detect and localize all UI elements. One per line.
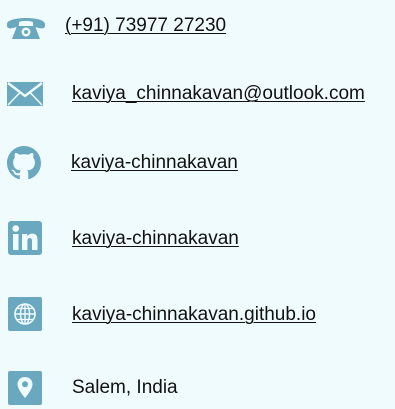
mail-icon — [7, 82, 43, 106]
location-text: Salem, India — [72, 377, 178, 398]
linkedin-icon — [8, 221, 42, 255]
globe-icon — [8, 297, 42, 331]
github-link[interactable]: kaviya-chinnakavan — [71, 152, 238, 174]
phone-link[interactable]: (+91) 73977 27230 — [65, 15, 226, 37]
email-link[interactable]: kaviya_chinnakavan@outlook.com — [72, 83, 365, 105]
github-icon — [7, 146, 41, 180]
phone-icon — [5, 12, 47, 40]
website-link[interactable]: kaviya-chinnakavan.github.io — [72, 304, 316, 326]
location-pin-icon — [8, 371, 42, 405]
linkedin-link[interactable]: kaviya-chinnakavan — [72, 228, 239, 250]
